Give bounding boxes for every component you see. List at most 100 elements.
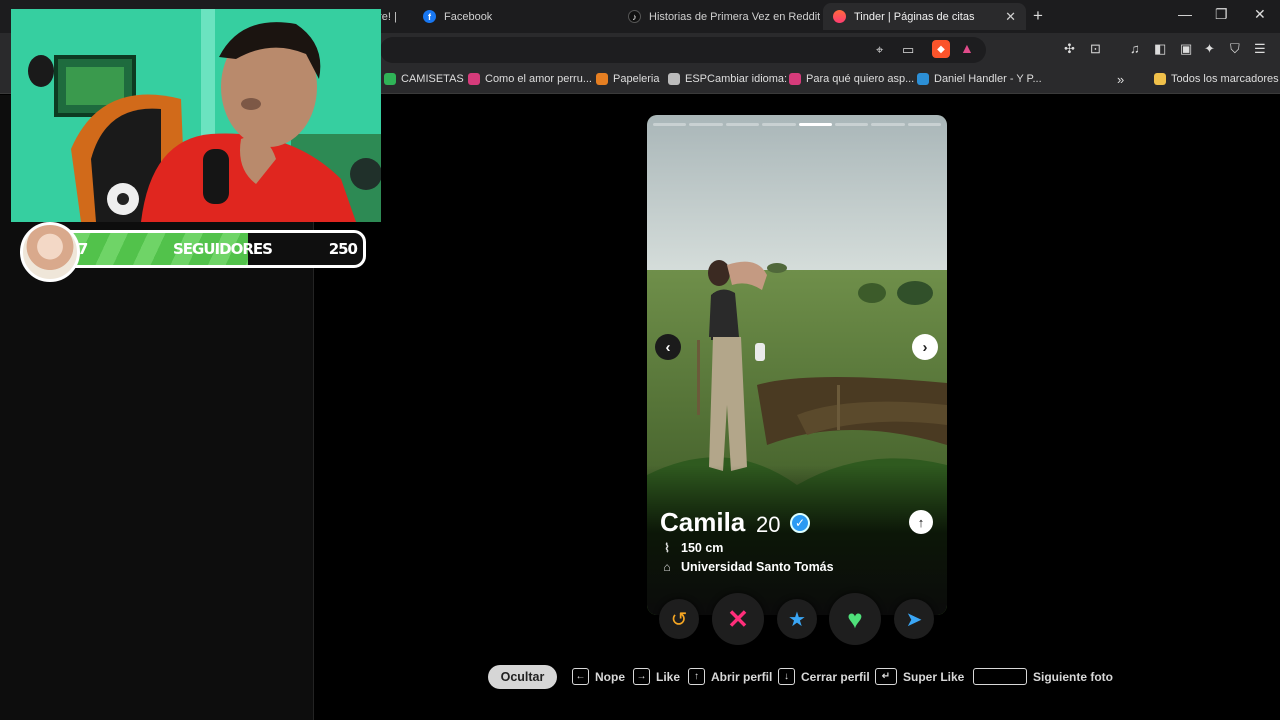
bookmark-item[interactable]: Papeleria — [596, 73, 659, 85]
bookmark-item[interactable]: Daniel Handler - Y P... — [917, 73, 1042, 85]
extensions-icon[interactable]: ✣ — [1064, 41, 1075, 57]
close-window-button[interactable]: ✕ — [1254, 6, 1266, 23]
bookmark-label: CAMISETAS — [401, 73, 464, 85]
tinder-icon — [833, 10, 846, 23]
arrow-up-key-icon: ↑ — [688, 668, 705, 685]
tab-label: Historias de Primera Vez en Reddit | — [649, 10, 820, 23]
bookmark-label: ESPCambiar idioma: — [685, 73, 788, 85]
previous-photo-button[interactable]: ‹ — [655, 334, 681, 360]
bookmark-icon — [468, 73, 480, 85]
bookmark-icon — [789, 73, 801, 85]
photo-progress-segment — [725, 123, 760, 126]
photo-progress-segment — [653, 123, 687, 126]
profile-school-row: ⌂ Universidad Santo Tomás — [660, 560, 834, 574]
nope-icon: ✕ — [727, 603, 749, 634]
bookmark-item[interactable]: CAMISETAS — [384, 73, 464, 85]
bookmark-item[interactable]: Como el amor perru... — [468, 73, 592, 85]
shortcut-like: → Like — [633, 668, 680, 685]
arrow-up-icon: ↑ — [917, 514, 925, 530]
brave-rewards-icon[interactable]: ▲ — [960, 40, 974, 56]
tab-tinder[interactable]: Tinder | Páginas de citas ✕ — [823, 3, 1026, 30]
chevron-right-icon: › — [922, 338, 928, 356]
new-tab-button[interactable]: + — [1033, 6, 1043, 26]
verified-badge-icon: ✓ — [790, 513, 810, 533]
bookmark-icon — [668, 73, 680, 85]
boost-button[interactable]: ➤ — [894, 599, 934, 639]
hide-shortcuts-button[interactable]: Ocultar — [488, 665, 557, 689]
arrow-down-key-icon: ↓ — [778, 668, 795, 685]
rewind-icon: ↺ — [670, 608, 688, 631]
profile-height: 150 cm — [681, 541, 724, 555]
profile-card[interactable]: ‹ › Camila 20 ✓ ↑ ⌇ 150 cm ⌂ Universidad… — [647, 115, 947, 615]
shortcut-label: Like — [656, 669, 681, 684]
shortcut-label: Super Like — [903, 669, 965, 684]
shortcut-close-profile: ↓ Cerrar perfil — [778, 668, 870, 685]
next-photo-button[interactable]: › — [912, 334, 938, 360]
bookmark-label: Para qué quiero asp... — [806, 73, 915, 85]
followers-label: SEGUIDORES — [173, 240, 273, 258]
profile-age: 20 — [756, 512, 781, 537]
shortcut-label: Cerrar perfil — [801, 669, 870, 684]
photo-progress-segment — [798, 123, 832, 126]
space-key-icon — [973, 668, 1027, 685]
photo-progress-segment — [834, 123, 869, 126]
super-like-button[interactable]: ★ — [777, 599, 817, 639]
media-icon[interactable]: ♫ — [1130, 41, 1140, 56]
followers-goal-widget: 157 SEGUIDORES 250 — [20, 222, 366, 284]
profile-height-row: ⌇ 150 cm — [660, 541, 723, 555]
bookmark-label: Daniel Handler - Y P... — [934, 73, 1042, 85]
tab-tiktok[interactable]: ♪ Historias de Primera Vez en Reddit | — [618, 3, 820, 30]
screenshot-icon[interactable]: ⊡ — [1090, 41, 1101, 57]
vpn-icon[interactable]: ⛉ — [1230, 41, 1240, 57]
photo-progress-segment — [762, 123, 796, 126]
enter-key-icon: ↵ — [875, 668, 897, 685]
brave-shield-icon[interactable]: ◆ — [932, 40, 950, 58]
tiktok-icon: ♪ — [628, 10, 641, 23]
url-field[interactable] — [380, 37, 986, 63]
followers-goal: 250 — [328, 240, 358, 258]
avatar — [20, 222, 80, 282]
location-icon[interactable]: ⌖ — [876, 42, 883, 58]
webcam-overlay — [11, 9, 381, 222]
facebook-icon: f — [423, 10, 436, 23]
bookmarks-overflow-button[interactable]: » — [1117, 72, 1124, 87]
profile-school: Universidad Santo Tomás — [681, 560, 834, 574]
graduation-cap-icon: ⌂ — [663, 560, 671, 574]
rewind-button[interactable]: ↺ — [659, 599, 699, 639]
leo-ai-icon[interactable]: ✦ — [1204, 41, 1215, 57]
menu-icon[interactable]: ☰ — [1254, 41, 1266, 57]
like-button[interactable]: ♥ — [829, 593, 881, 645]
star-icon: ★ — [788, 608, 806, 631]
photo-progress-segment — [689, 123, 723, 126]
arrow-left-key-icon: ← — [572, 668, 589, 685]
followers-progress-bar: 157 SEGUIDORES 250 — [50, 230, 366, 268]
tab-label: Facebook — [444, 10, 493, 23]
bookmark-item[interactable]: ESPCambiar idioma: — [668, 73, 787, 85]
bookmark-label: Todos los marcadores — [1171, 73, 1279, 85]
open-profile-button[interactable]: ↑ — [909, 510, 933, 534]
streamer-webcam-image — [11, 9, 381, 222]
all-bookmarks-folder[interactable]: Todos los marcadores — [1154, 73, 1279, 85]
photo-progress-segment — [871, 123, 905, 126]
bookmark-item[interactable]: Para qué quiero asp... — [789, 73, 914, 85]
photo-progress-indicator — [653, 123, 941, 126]
sidebar-icon[interactable]: ◧ — [1154, 41, 1166, 57]
folder-icon — [1154, 73, 1166, 85]
close-tab-icon[interactable]: ✕ — [1005, 9, 1016, 25]
arrow-right-key-icon: → — [633, 668, 650, 685]
send-icon: ➤ — [905, 608, 923, 631]
bookmark-icon — [917, 73, 929, 85]
cast-icon[interactable]: ▭ — [902, 42, 914, 58]
keyboard-shortcuts-bar: Ocultar ← Nope → Like ↑ Abrir perfil ↓ C… — [0, 664, 1280, 690]
shortcut-next-photo: Siguiente foto — [973, 668, 1113, 685]
chevron-left-icon: ‹ — [665, 338, 671, 356]
tab-facebook[interactable]: f Facebook — [413, 3, 618, 30]
nope-button[interactable]: ✕ — [712, 593, 764, 645]
screen: ore! | f Facebook ♪ Historias de Primera… — [0, 0, 1280, 720]
heart-icon: ♥ — [847, 603, 863, 634]
bookmark-label: Como el amor perru... — [485, 73, 592, 85]
swipe-actions: ↺ ✕ ★ ♥ ➤ — [647, 592, 947, 646]
restore-button[interactable]: ❐ — [1215, 6, 1228, 23]
minimize-button[interactable]: — — [1178, 6, 1192, 22]
wallet-icon[interactable]: ▣ — [1180, 41, 1192, 57]
